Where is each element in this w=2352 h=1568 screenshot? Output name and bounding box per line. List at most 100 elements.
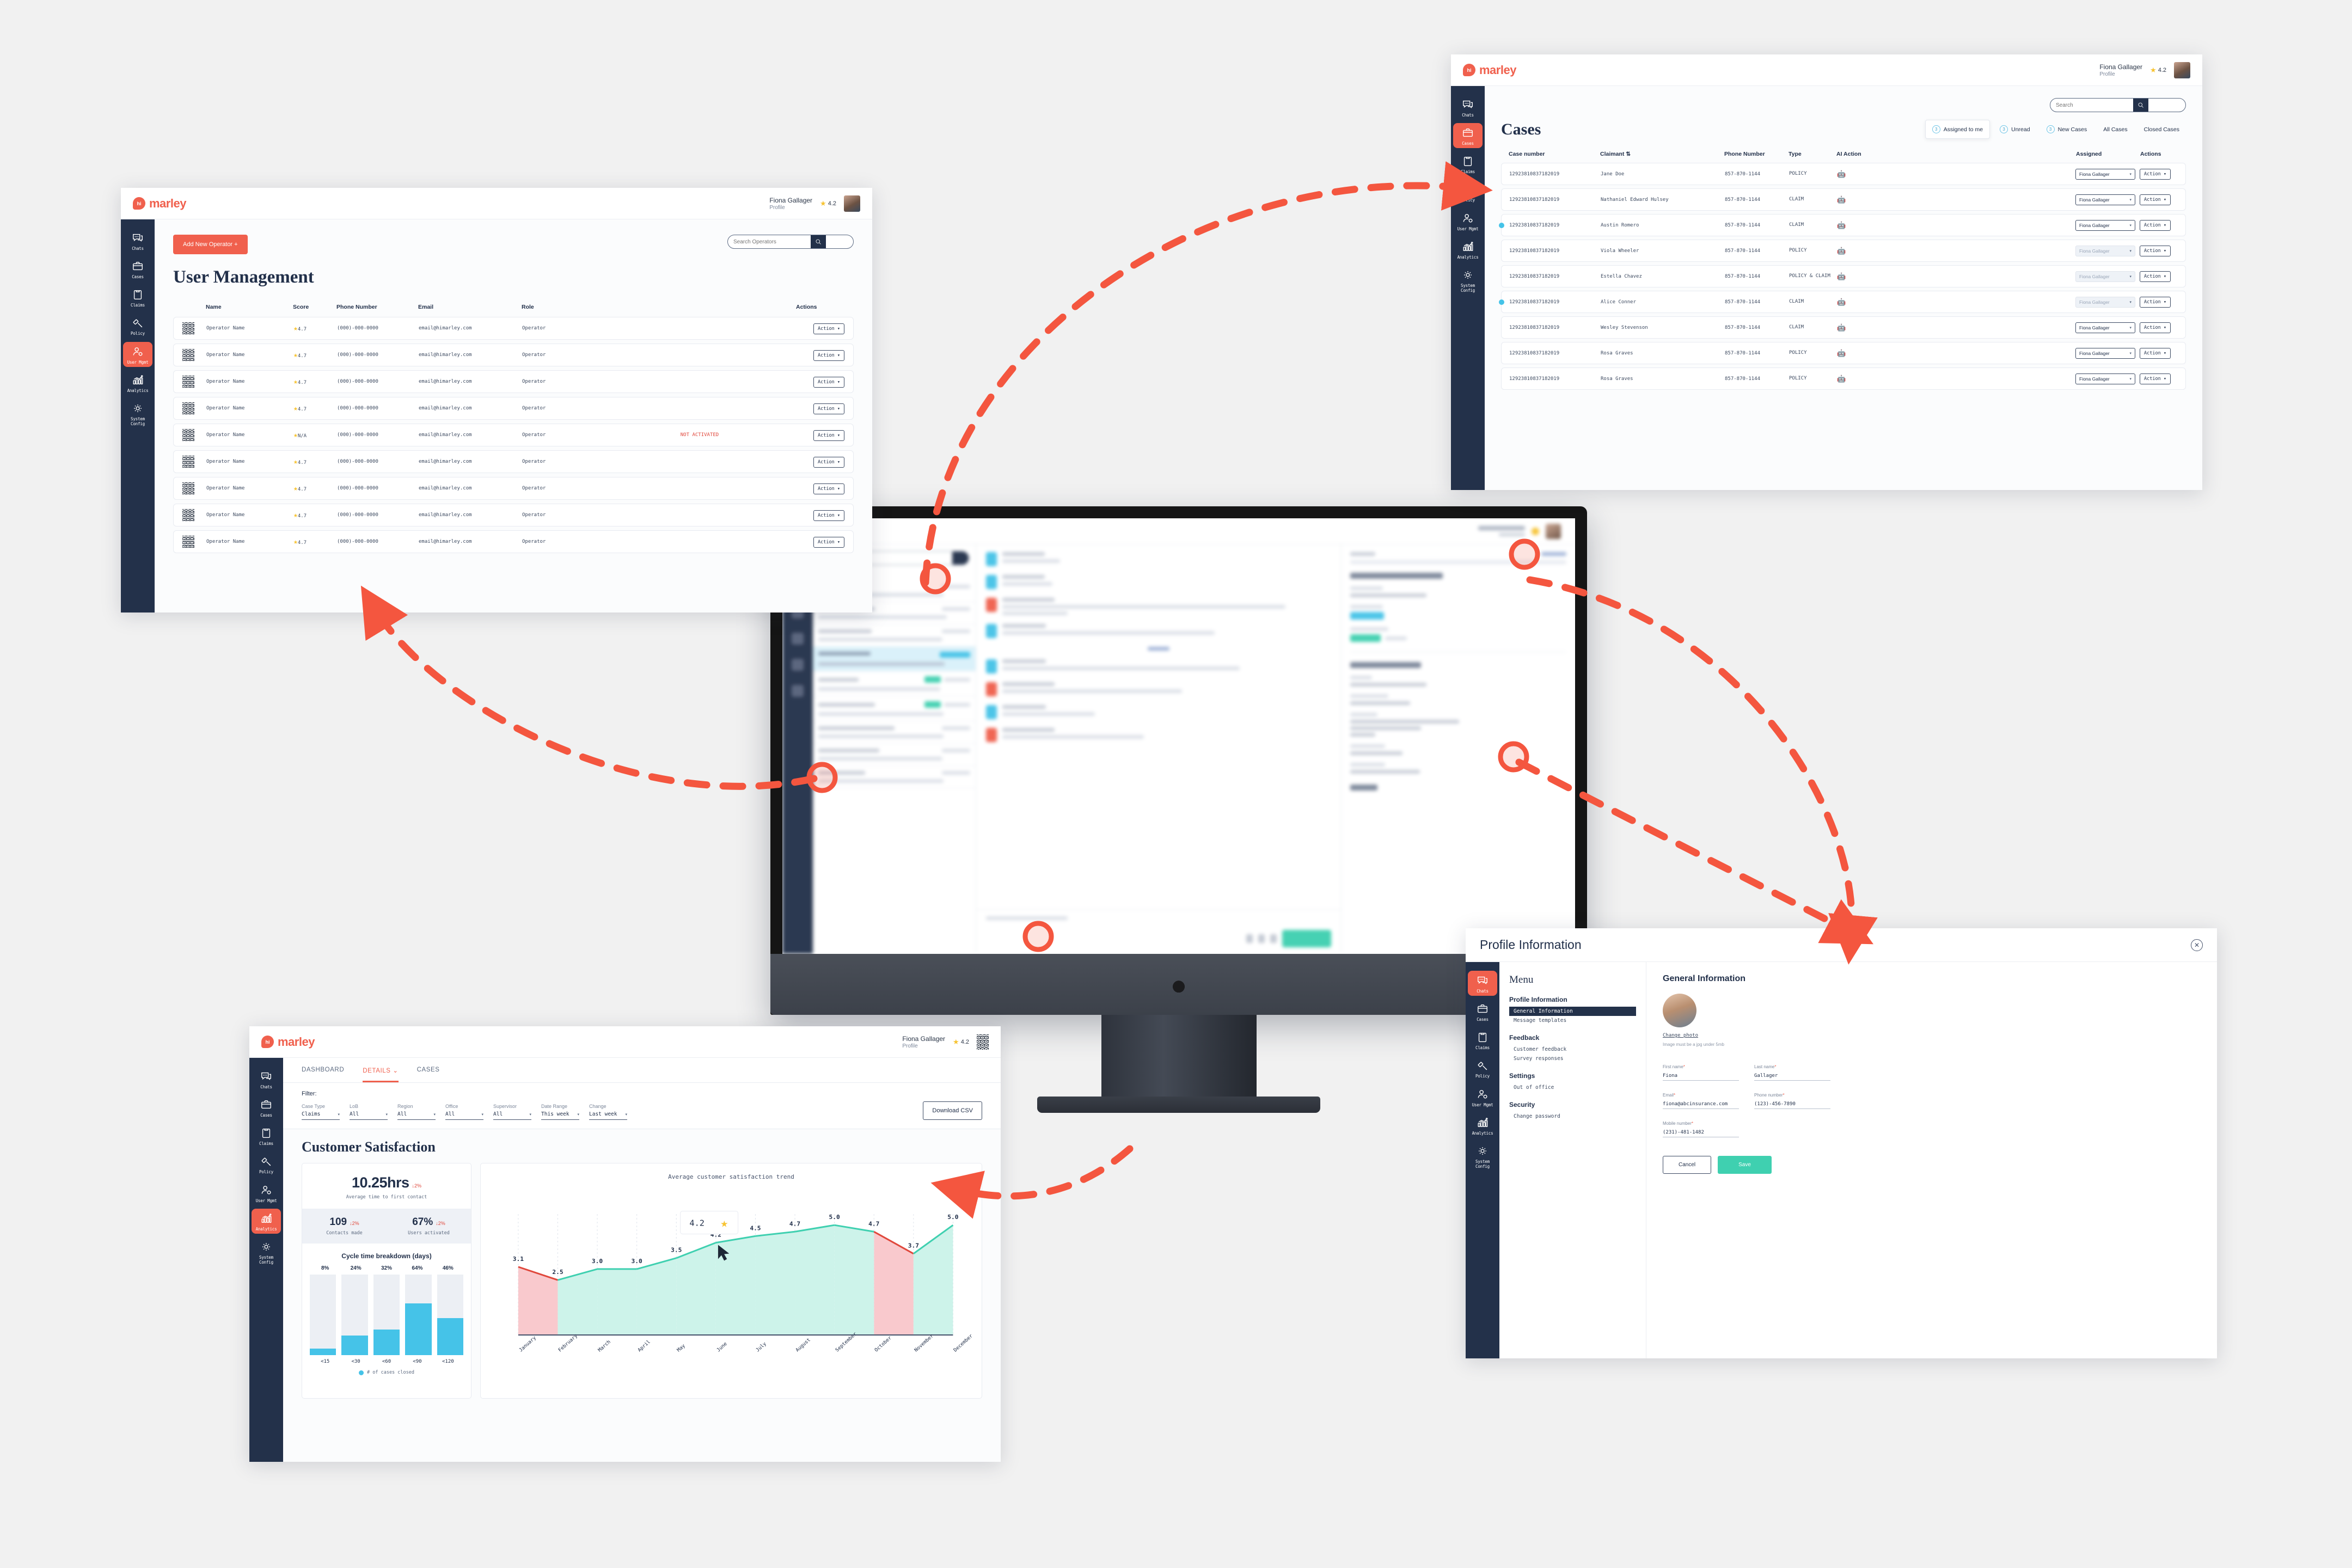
row-action-button[interactable]: Action ▾ [2140, 246, 2171, 256]
row-action-button[interactable]: Action ▾ [2140, 297, 2171, 308]
search-icon[interactable] [2133, 99, 2148, 112]
field-value[interactable]: Gallager [1754, 1073, 1830, 1081]
assigned-dropdown[interactable]: Fiona Gallager ▾ [2075, 194, 2135, 205]
case-filter-all-cases[interactable]: All Cases [2097, 121, 2134, 138]
sidebar-item-policy[interactable]: Policy [123, 313, 152, 338]
cancel-button[interactable]: Cancel [1663, 1156, 1712, 1174]
sidebar-item-system-config[interactable]: System Config [1468, 1141, 1497, 1171]
sidebar-item-policy[interactable]: Policy [252, 1152, 281, 1177]
search-icon[interactable] [811, 235, 826, 248]
row-action-button[interactable]: Action ▾ [2140, 271, 2171, 282]
sidebar-item-cases[interactable]: Cases [1468, 999, 1497, 1024]
menu-item-general-information[interactable]: General Information [1509, 1007, 1636, 1016]
add-new-operator-button[interactable]: Add New Operator + [173, 235, 248, 254]
field-mobile-number[interactable]: Mobile number* (231)-481-1482 [1663, 1121, 1739, 1137]
assigned-dropdown[interactable]: Fiona Gallager ▾ [2075, 322, 2135, 333]
ai-action-robot-icon[interactable]: 🤖 [1837, 195, 1870, 204]
avatar[interactable] [2174, 62, 2190, 78]
sidebar-item-claims[interactable]: Claims [1453, 151, 1483, 176]
sidebar-item-chats[interactable]: Chats [252, 1067, 281, 1092]
assigned-dropdown[interactable]: Fiona Gallager ▾ [2075, 219, 2135, 231]
sidebar-item-analytics[interactable]: Analytics [1453, 237, 1483, 262]
table-row[interactable]: Operator Name ★4.7 (000)-000-0000 email@him… [173, 504, 854, 526]
table-row[interactable]: Operator Name ★N/A (000)-000-0000 email@him… [173, 424, 854, 446]
assigned-dropdown[interactable]: Fiona Gallager ▾ [2075, 373, 2135, 384]
ai-action-robot-icon[interactable]: 🤖 [1837, 349, 1870, 358]
user-profile-link[interactable]: Profile [769, 205, 812, 211]
menu-item-customer-feedback[interactable]: Customer feedback [1509, 1045, 1636, 1054]
case-filter-new-cases[interactable]: 3 New Cases [2040, 120, 2094, 138]
table-row[interactable]: 12923810837182019 Rosa Graves 857-870-1144… [1501, 342, 2186, 364]
sidebar-item-analytics[interactable]: Analytics [123, 370, 152, 395]
sidebar-item-claims[interactable]: Claims [252, 1123, 281, 1148]
close-icon[interactable]: ✕ [2191, 939, 2203, 951]
menu-item-out-of-office[interactable]: Out of office [1509, 1083, 1636, 1092]
sidebar-item-cases[interactable]: Cases [123, 256, 152, 281]
case-filter-unread[interactable]: 3 Unread [1993, 120, 2036, 138]
user-menu[interactable]: Fiona Gallager Profile ★ 4.2 [2099, 62, 2190, 78]
filter-change[interactable]: Change Last week ▾ [589, 1104, 627, 1120]
filter-lob[interactable]: LoB All ▾ [350, 1104, 388, 1120]
user-profile-link[interactable]: Profile [902, 1043, 945, 1049]
table-row[interactable]: 12923810837182019 Rosa Graves 857-870-1144… [1501, 367, 2186, 390]
row-action-button[interactable]: Action ▾ [813, 323, 844, 334]
filter-office[interactable]: Office All ▾ [445, 1104, 483, 1120]
assigned-dropdown[interactable]: Fiona Gallager ▾ [2075, 271, 2135, 282]
ai-action-robot-icon[interactable]: 🤖 [1837, 298, 1870, 307]
cases-search[interactable] [2050, 98, 2186, 112]
row-action-button[interactable]: Action ▾ [2140, 194, 2171, 205]
avatar[interactable] [977, 1034, 989, 1050]
menu-item-survey-responses[interactable]: Survey responses [1509, 1054, 1636, 1063]
row-action-button[interactable]: Action ▾ [813, 430, 844, 441]
sidebar-item-system-config[interactable]: System Config [123, 399, 152, 428]
table-row[interactable]: Operator Name ★4.7 (000)-000-0000 email@him… [173, 397, 854, 420]
row-action-button[interactable]: Action ▾ [2140, 322, 2171, 333]
user-profile-link[interactable]: Profile [2099, 71, 2142, 77]
row-action-button[interactable]: Action ▾ [813, 350, 844, 361]
filter-region[interactable]: Region All ▾ [397, 1104, 436, 1120]
sidebar-item-user-mgmt[interactable]: User Mgmt [1468, 1085, 1497, 1110]
sidebar-item-policy[interactable]: Policy [1453, 180, 1483, 205]
change-photo-link[interactable]: Change photo [1663, 1033, 2201, 1038]
table-row[interactable]: Operator Name ★4.7 (000)-000-0000 email@him… [173, 477, 854, 500]
ai-action-robot-icon[interactable]: 🤖 [1837, 375, 1870, 383]
menu-item-change-password[interactable]: Change password [1509, 1112, 1636, 1121]
avatar[interactable] [844, 195, 860, 212]
sidebar-item-user-mgmt[interactable]: User Mgmt [1453, 209, 1483, 234]
search-input[interactable] [728, 235, 811, 248]
table-row[interactable]: 12923810837182019 Estella Chavez 857-870-1… [1501, 265, 2186, 287]
assigned-dropdown[interactable]: Fiona Gallager ▾ [2075, 168, 2135, 180]
row-action-button[interactable]: Action ▾ [813, 483, 844, 494]
sidebar-item-chats[interactable]: Chats [123, 228, 152, 253]
filter-case-type[interactable]: Case Type Claims ▾ [302, 1104, 340, 1120]
tab-details[interactable]: DETAILS ⌄ [363, 1067, 399, 1082]
sidebar-item-user-mgmt[interactable]: User Mgmt [123, 341, 152, 367]
ai-action-robot-icon[interactable]: 🤖 [1837, 170, 1870, 179]
column-header-sortable[interactable]: Claimant ⇅ [1600, 151, 1720, 157]
ai-action-robot-icon[interactable]: 🤖 [1837, 323, 1870, 332]
marley-logo[interactable]: hi marley [261, 1035, 315, 1049]
tab-cases[interactable]: CASES [417, 1067, 440, 1082]
operator-search[interactable] [727, 235, 854, 249]
row-action-button[interactable]: Action ▾ [813, 456, 844, 468]
table-row[interactable]: Operator Name ★4.7 (000)-000-0000 email@him… [173, 370, 854, 393]
table-row[interactable]: Operator Name ★4.7 (000)-000-0000 email@him… [173, 344, 854, 366]
tab-dashboard[interactable]: DASHBOARD [302, 1067, 344, 1082]
assigned-dropdown[interactable]: Fiona Gallager ▾ [2075, 347, 2135, 359]
field-value[interactable]: (123)-456-7890 [1754, 1101, 1830, 1109]
ai-action-robot-icon[interactable]: 🤖 [1837, 272, 1870, 281]
row-action-button[interactable]: Action ▾ [813, 403, 844, 414]
filter-date-range[interactable]: Date Range This week ▾ [541, 1104, 579, 1120]
menu-item-message-templates[interactable]: Message templates [1509, 1016, 1636, 1025]
download-csv-button[interactable]: Download CSV [923, 1101, 982, 1120]
row-action-button[interactable]: Action ▾ [2140, 373, 2171, 384]
field-value[interactable]: (231)-481-1482 [1663, 1130, 1739, 1137]
field-first-name[interactable]: First name* Fiona [1663, 1064, 1739, 1081]
row-action-button[interactable]: Action ▾ [813, 510, 844, 521]
sidebar-item-user-mgmt[interactable]: User Mgmt [252, 1180, 281, 1205]
table-row[interactable]: 12923810837182019 Nathaniel Edward Hulsey… [1501, 188, 2186, 211]
assigned-dropdown[interactable]: Fiona Gallager ▾ [2075, 296, 2135, 308]
table-row[interactable]: 12923810837182019 Alice Conner 857-870-114… [1499, 291, 2186, 313]
row-action-button[interactable]: Action ▾ [2140, 220, 2171, 231]
field-email[interactable]: Email* fiona@abcinsurance.com [1663, 1093, 1739, 1109]
